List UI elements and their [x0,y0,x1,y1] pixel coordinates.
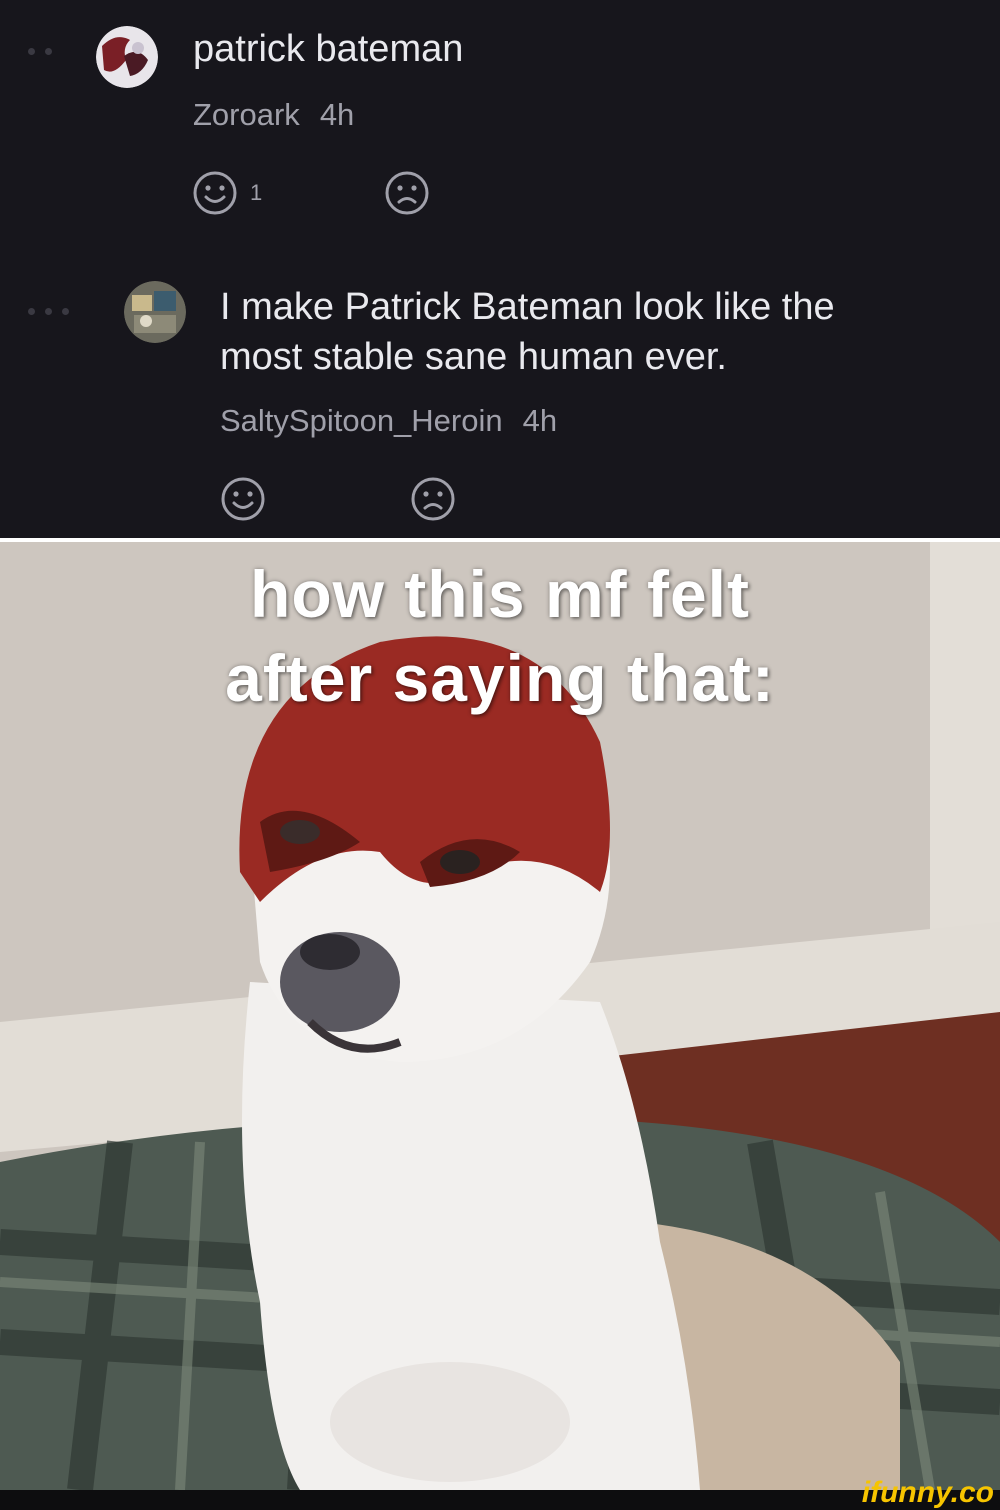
like-button[interactable] [220,476,266,522]
frown-icon [410,476,456,522]
dislike-button[interactable] [410,476,456,522]
smile-icon [220,476,266,522]
footer-bar: ifunny.co [0,1476,1000,1510]
avatar[interactable] [96,26,158,88]
depth-dot [45,48,52,55]
depth-dot [28,308,35,315]
comment-meta: SaltySpitoon_Heroin 4h [220,403,557,439]
comment-text: patrick bateman [193,28,464,70]
comment-meta: Zoroark 4h [193,97,354,133]
like-count: 1 [250,180,263,205]
comment-text-line: I make Patrick Bateman look like the [220,286,835,328]
thread-depth-indicator [28,48,52,55]
meme-image: how this mf felt after saying that: [0,542,1000,1490]
dislike-button[interactable] [384,170,430,216]
thread-depth-indicator [28,308,69,315]
smile-icon [192,170,238,216]
like-button[interactable]: 1 [192,170,262,216]
frown-icon [384,170,430,216]
caption-line: after saying that: [225,641,775,715]
depth-dot [45,308,52,315]
timestamp: 4h [522,403,558,438]
depth-dot [28,48,35,55]
comment-text: I make Patrick Bateman look like the mos… [220,282,835,382]
depth-dot [62,308,69,315]
comment-text-line: most stable sane human ever. [220,336,727,378]
comment-thread: patrick bateman Zoroark 4h 1 I make Patri… [0,0,1000,538]
ifunny-watermark: ifunny.co [861,1476,994,1509]
caption-line: how this mf felt [250,557,750,631]
username[interactable]: Zoroark [193,97,300,132]
timestamp: 4h [319,97,355,132]
avatar[interactable] [124,281,186,343]
username[interactable]: SaltySpitoon_Heroin [220,403,503,438]
